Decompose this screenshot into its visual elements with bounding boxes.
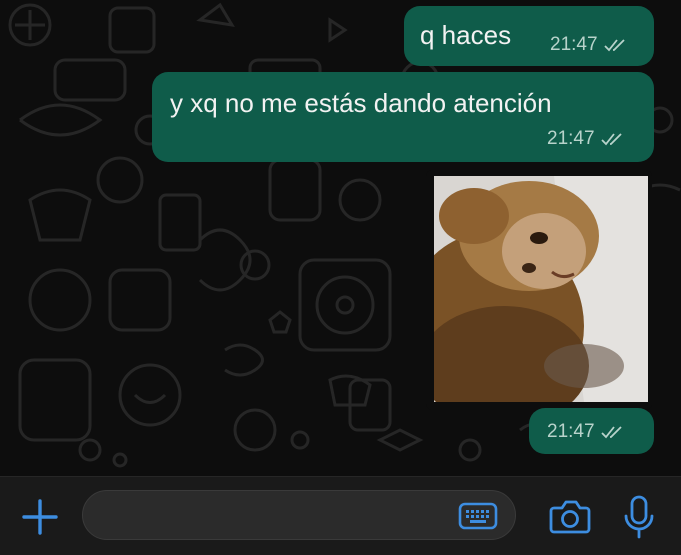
message-time: 21:47 xyxy=(550,34,598,55)
message-bubble-2[interactable]: y xq no me estás dando atención 21:47 xyxy=(152,72,654,162)
message-meta: 21:47 xyxy=(550,34,628,56)
double-check-icon xyxy=(603,39,625,52)
monkey-photo[interactable] xyxy=(434,176,648,402)
double-check-icon xyxy=(600,133,622,146)
message-bubble-1[interactable]: q haces 21:47 xyxy=(404,6,654,66)
message-meta: 21:47 xyxy=(547,421,625,443)
message-time: 21:47 xyxy=(547,421,595,442)
microphone-icon[interactable] xyxy=(622,494,656,540)
message-input[interactable] xyxy=(82,490,516,540)
chat-area[interactable]: q haces 21:47 y xq no me estás dando ate… xyxy=(0,0,681,476)
camera-icon[interactable] xyxy=(548,496,592,536)
message-time: 21:47 xyxy=(547,128,595,149)
keyboard-icon[interactable] xyxy=(458,502,498,530)
double-check-icon xyxy=(600,426,622,439)
message-text: q haces xyxy=(420,20,512,50)
message-bubble-3-timestamp[interactable]: 21:47 xyxy=(529,408,654,454)
message-meta: 21:47 xyxy=(547,128,625,150)
plus-icon[interactable] xyxy=(20,497,60,537)
message-text: y xq no me estás dando atención xyxy=(170,88,552,118)
